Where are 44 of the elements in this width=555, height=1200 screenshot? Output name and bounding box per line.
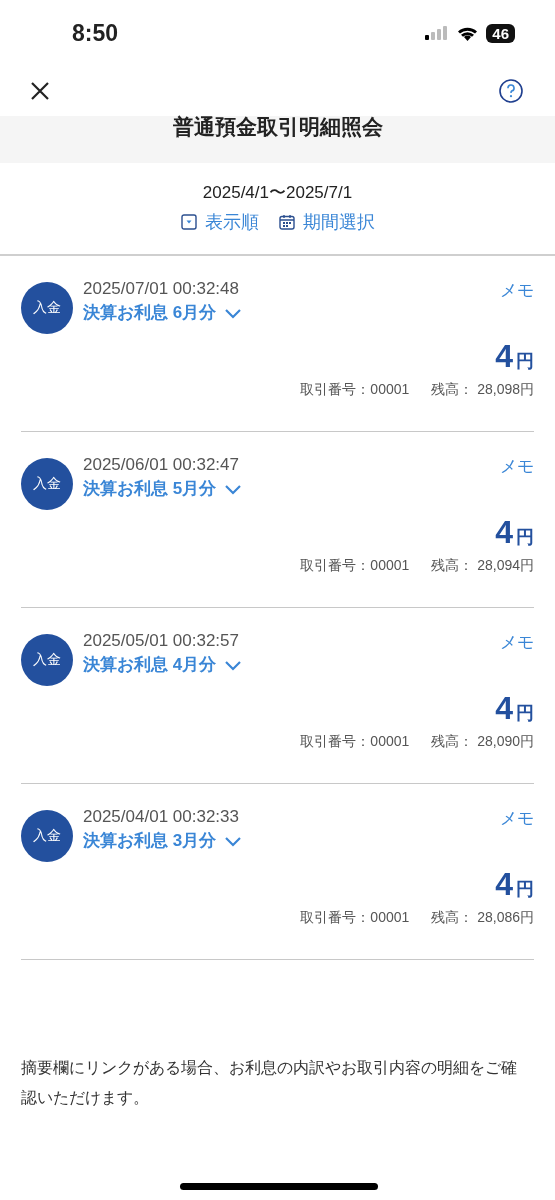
memo-link[interactable]: メモ — [500, 279, 534, 302]
chevron-down-icon — [224, 482, 243, 495]
chevron-down-icon — [224, 834, 243, 847]
wifi-icon — [457, 25, 479, 41]
help-button[interactable] — [497, 77, 525, 105]
sort-order-button[interactable]: 表示順 — [180, 210, 259, 234]
deposit-badge: 入金 — [21, 282, 73, 334]
amount: 4 円 — [495, 866, 534, 903]
deposit-badge: 入金 — [21, 810, 73, 862]
transaction-datetime: 2025/07/01 00:32:48 — [83, 279, 240, 299]
transaction-number: 取引番号：00001 — [300, 909, 410, 927]
balance: 残高： 28,086円 — [431, 909, 534, 927]
description-toggle[interactable]: 決算お利息 4月分 — [83, 653, 500, 676]
amount: 4 円 — [495, 338, 534, 375]
description-toggle[interactable]: 決算お利息 6月分 — [83, 301, 500, 324]
transaction-datetime: 2025/06/01 00:32:47 — [83, 455, 240, 475]
transaction-datetime: 2025/05/01 00:32:57 — [83, 631, 240, 651]
calendar-icon — [278, 214, 295, 230]
dropdown-square-icon — [180, 214, 197, 230]
amount: 4 円 — [495, 690, 534, 727]
transaction-number: 取引番号：00001 — [300, 557, 410, 575]
memo-link[interactable]: メモ — [500, 807, 534, 830]
signal-icon — [425, 26, 450, 40]
transaction-number: 取引番号：00001 — [300, 381, 410, 399]
chevron-down-icon — [224, 658, 243, 671]
balance: 残高： 28,094円 — [431, 557, 534, 575]
amount: 4 円 — [495, 514, 534, 551]
deposit-badge: 入金 — [21, 634, 73, 686]
battery-level: 46 — [486, 23, 515, 43]
deposit-badge: 入金 — [21, 458, 73, 510]
transaction-datetime: 2025/04/01 00:32:33 — [83, 807, 240, 827]
page-title: 普通預金取引明細照会 — [172, 116, 383, 138]
description-toggle[interactable]: 決算お利息 5月分 — [83, 477, 500, 500]
balance: 残高： 28,098円 — [431, 381, 534, 399]
chevron-down-icon — [224, 306, 243, 319]
note-text: 摘要欄にリンクがある場合、お利息の内訳やお取引内容の明細をご確認いただけます。 — [21, 1058, 518, 1108]
memo-link[interactable]: メモ — [500, 455, 534, 478]
status-time: 8:50 — [72, 19, 119, 47]
memo-link[interactable]: メモ — [500, 631, 534, 654]
period-select-button[interactable]: 期間選択 — [278, 210, 375, 234]
description-toggle[interactable]: 決算お利息 3月分 — [83, 829, 500, 852]
transaction-number: 取引番号：00001 — [300, 733, 410, 751]
date-range: 2025/4/1〜2025/7/1 — [202, 182, 353, 204]
balance: 残高： 28,090円 — [431, 733, 534, 751]
